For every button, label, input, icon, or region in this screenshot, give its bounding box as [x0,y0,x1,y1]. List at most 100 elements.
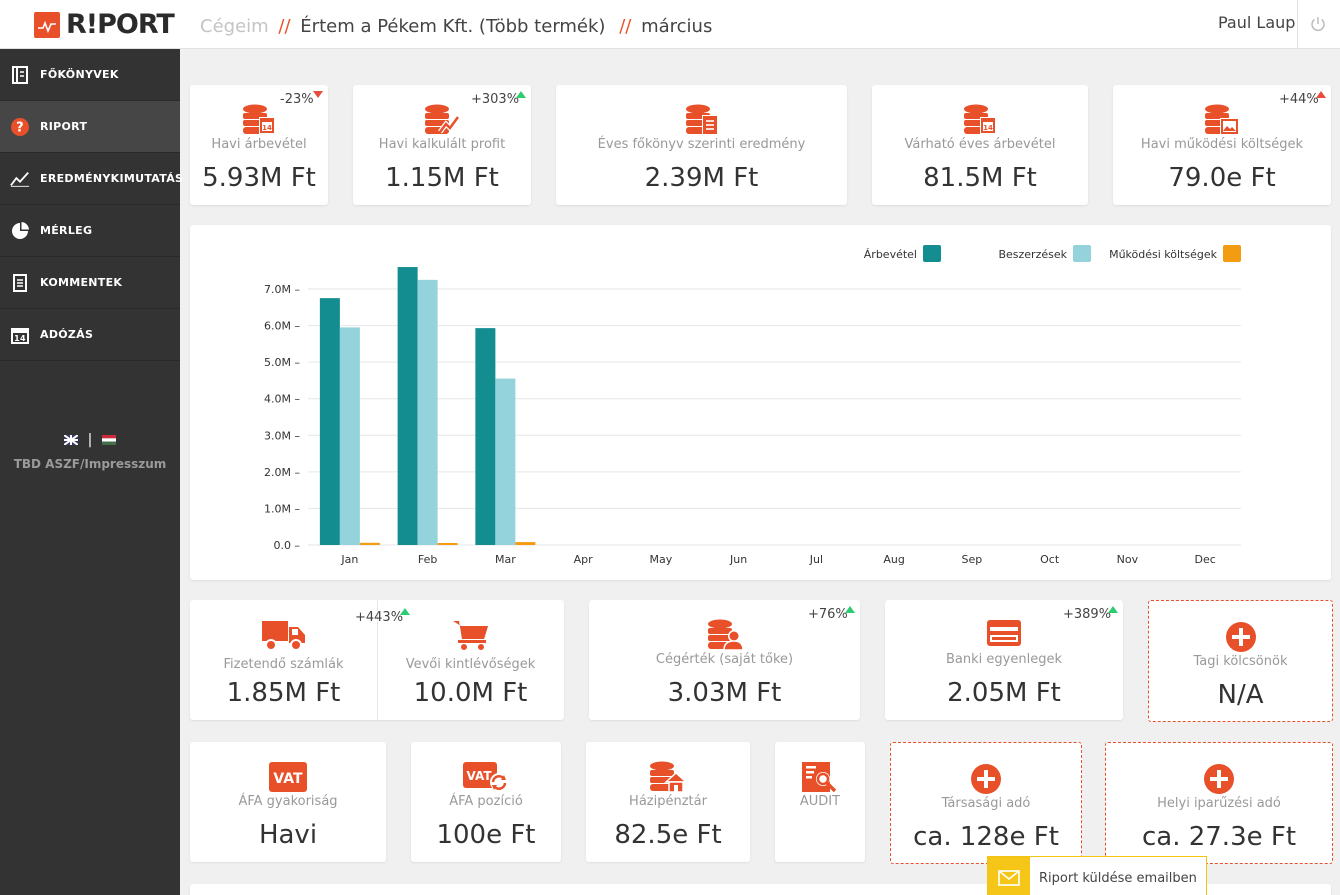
change-badge: -23% [280,92,314,107]
power-icon[interactable] [1309,15,1327,33]
sidebar: FŐKÖNYVEK ? RIPORT EREDMÉNYKIMUTATÁS MÉR… [0,49,183,895]
arrow-up-icon [845,606,855,613]
x-tick-label: Jul [809,553,823,566]
legend-label: Beszerzések [998,248,1067,261]
breadcrumb-separator: // [619,16,632,37]
y-tick-label: 6.0M – [264,320,300,333]
svg-text:14: 14 [983,124,993,132]
kpi-card-corporate-tax[interactable]: Társasági adó ca. 128e Ft [890,742,1082,864]
kpi-card-payables-receivables: +443% Fizetendő számlák 1.85M Ft Vevői k… [190,600,564,720]
question-icon: ? [10,117,30,137]
plus-circle-icon[interactable] [970,763,1002,795]
bar-mar-2 [515,542,536,545]
uk-flag-icon[interactable] [63,435,78,445]
user-name[interactable]: Paul Laup [1218,13,1295,32]
kpi-card-revenue[interactable]: -23% 14 Havi árbevétel 5.93M Ft [190,85,328,205]
kpi-value: N/A [1217,680,1264,710]
kpi-label: Havi árbevétel [211,137,307,152]
kpi-label: ÁFA gyakoriság [238,794,338,809]
y-tick-label: 7.0M – [264,283,300,296]
y-tick-label: 3.0M – [264,429,300,442]
plus-circle-icon[interactable] [1203,763,1235,795]
kpi-value[interactable]: 10.0M Ft [377,678,564,708]
y-tick-label: 2.0M – [264,466,300,479]
kpi-label[interactable]: Fizetendő számlák [190,657,377,672]
kpi-card-member-loans[interactable]: Tagi kölcsönök N/A [1148,600,1333,722]
kpi-card-vat-frequency[interactable]: VAT ÁFA gyakoriság Havi [190,742,386,862]
sidebar-item-riport[interactable]: ? RIPORT [0,101,180,153]
kpi-card-annual-result[interactable]: Éves főkönyv szerinti eredmény 2.39M Ft [556,85,847,205]
breadcrumb: Cégeim // Értem a Pékem Kft. (Több termé… [200,16,712,37]
kpi-label[interactable]: Vevői kintlévőségek [377,657,564,672]
svg-text:14: 14 [14,334,26,343]
send-report-email-button[interactable]: Riport küldése emailben [987,856,1207,895]
language-switcher: | [0,432,180,448]
arrow-up-icon [516,91,526,98]
kpi-value: Havi [258,820,318,850]
vat-refresh-icon: VAT [463,762,508,791]
kpi-label: Cégérték (saját tőke) [655,652,794,667]
divider [1297,0,1298,49]
kpi-card-local-business-tax[interactable]: Helyi iparűzési adó ca. 27.3e Ft [1105,742,1333,864]
imprint-link[interactable]: TBD ASZF/Impresszum [0,457,180,471]
kpi-label: AUDIT [799,794,841,809]
breadcrumb-root[interactable]: Cégeim [200,16,269,37]
bar-mar-1 [495,378,516,545]
x-tick-label: Oct [1040,553,1060,566]
x-tick-label: Feb [418,553,437,566]
document-icon [10,273,30,293]
kpi-label: Havi működési költségek [1140,137,1304,152]
change-badge: +76% [808,607,848,622]
hu-flag-icon[interactable] [102,435,117,445]
sidebar-item-adozas[interactable]: 14 ADÓZÁS [0,309,180,361]
sidebar-item-eredmenykimutatas[interactable]: EREDMÉNYKIMUTATÁS [0,153,183,205]
change-badge: +443% [355,610,404,625]
audit-search-icon [802,762,837,792]
sidebar-item-merleg[interactable]: MÉRLEG [0,205,180,257]
y-tick-label: 5.0M – [264,356,300,369]
kpi-card-operating-costs[interactable]: +44% Havi működési költségek 79.0e Ft [1113,85,1331,205]
kpi-value: 100e Ft [436,820,536,850]
kpi-card-equity[interactable]: +76% Cégérték (saját tőke) 3.03M Ft [589,600,860,720]
vat-icon-text: VAT [466,769,492,783]
kpi-value: 82.5e Ft [614,820,722,850]
kpi-value[interactable]: 1.85M Ft [190,678,377,708]
logo-icon [34,11,60,38]
kpi-label: Várható éves árbevétel [904,137,1056,152]
kpi-value: 81.5M Ft [923,163,1037,193]
sidebar-item-label: KOMMENTEK [40,276,123,289]
kpi-card-vat-position[interactable]: VAT ÁFA pozíció 100e Ft [411,742,561,862]
kpi-value: ca. 27.3e Ft [1141,822,1297,852]
logo[interactable]: R!PORT [34,9,175,40]
kpi-card-petty-cash[interactable]: Házipénztár 82.5e Ft [586,742,750,862]
sidebar-item-label: FŐKÖNYVEK [40,68,119,81]
breadcrumb-month[interactable]: március [641,16,712,37]
breadcrumb-separator: // [278,16,291,37]
language-separator: | [87,432,93,448]
sidebar-item-kommentek[interactable]: KOMMENTEK [0,257,180,309]
x-tick-label: May [650,553,673,566]
kpi-card-profit[interactable]: +303% Havi kalkulált profit 1.15M Ft [353,85,531,205]
database-calendar-icon: 14 [243,104,275,134]
kpi-value: ca. 128e Ft [913,822,1059,852]
plus-circle-icon[interactable] [1225,621,1257,653]
change-badge: +44% [1279,92,1319,107]
database-image-icon [1205,104,1239,135]
kpi-card-audit[interactable]: AUDIT [775,742,865,862]
kpi-label: Házipénztár [629,794,707,809]
arrow-down-icon [313,91,323,98]
kpi-value: 2.39M Ft [644,163,759,193]
kpi-card-expected-revenue[interactable]: 14 Várható éves árbevétel 81.5M Ft [872,85,1088,205]
kpi-card-bank-balances[interactable]: +389% Banki egyenlegek 2.05M Ft [885,600,1123,720]
trend-icon [10,169,30,189]
arrow-up-icon [1316,91,1326,98]
legend-swatch [923,245,941,262]
legend-label: Működési költségek [1109,248,1218,261]
x-tick-label: Aug [883,553,904,566]
truck-icon [262,621,305,651]
envelope-icon [988,857,1030,895]
sidebar-item-fokonyvek[interactable]: FŐKÖNYVEK [0,49,180,101]
breadcrumb-company[interactable]: Értem a Pékem Kft. (Több termék) [300,16,605,37]
credit-card-icon [987,620,1021,646]
bar-chart: 0.0 – 1.0M – 2.0M – 3.0M – 4.0M – 5.0M – 6.0M … [264,245,1241,566]
